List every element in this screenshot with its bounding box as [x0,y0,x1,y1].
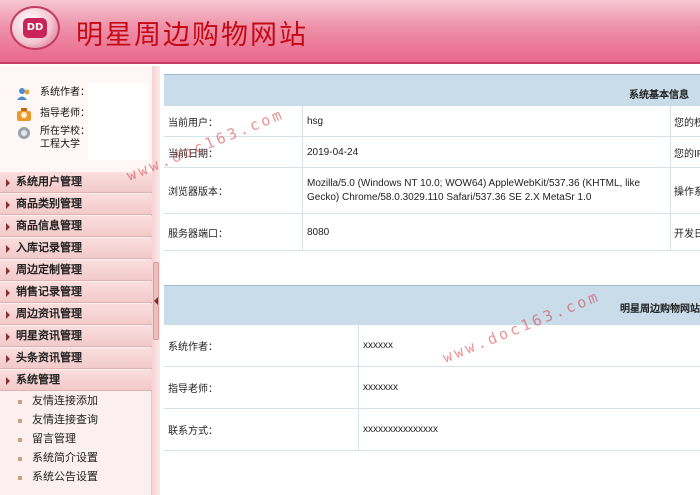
row-label: 指导老师： [168,384,218,395]
chevron-right-icon [6,245,10,253]
table-row: 服务器端口： 8080 开发日 [164,214,700,251]
row-value: hsg [302,106,670,136]
teacher-icon [17,108,31,121]
row-label: 联系方式： [168,426,218,437]
menu-custom-management[interactable]: 周边定制管理 [0,260,152,281]
school-value: 工程大学 [40,139,80,150]
chevron-right-icon [6,201,10,209]
row-extra: 操作系 [670,168,700,213]
menu-label: 周边资讯管理 [16,308,82,320]
menu-label: 入库记录管理 [16,242,82,254]
table-row: 指导老师： xxxxxxx [164,367,700,409]
table-row: 当前日期： 2019-04-24 您的IP [164,137,700,168]
menu-label: 明星资讯管理 [16,330,82,342]
menu-label: 销售记录管理 [16,286,82,298]
row-value: Mozilla/5.0 (Windows NT 10.0; WOW64) App… [302,168,670,213]
row-extra: 开发日 [670,214,700,250]
bullet-icon [18,438,22,442]
submenu-label: 系统公告设置 [32,471,98,483]
chevron-right-icon [6,377,10,385]
submenu-query-link[interactable]: 友情连接查询 [0,411,152,430]
menu-stock-management[interactable]: 入库记录管理 [0,238,152,259]
table-row: 系统作者： xxxxxx [164,325,700,367]
system-info-header: 系统基本信息 [164,74,700,106]
user-icon [17,88,30,100]
row-value: 8080 [302,214,670,250]
user-info-panel: 系统作者： 指导老师： 所在学校： 工程大学 [0,66,152,172]
submenu-label: 友情连接查询 [32,414,98,426]
chevron-right-icon [6,333,10,341]
menu-label: 系统管理 [16,374,60,386]
menu-merch-news-management[interactable]: 周边资讯管理 [0,304,152,325]
user-value-box [88,82,148,160]
school-icon [18,127,30,139]
row-label: 系统作者： [168,342,218,353]
chevron-right-icon [6,223,10,231]
table-row: 浏览器版本： Mozilla/5.0 (Windows NT 10.0; WOW… [164,168,700,214]
menu-label: 系统用户管理 [16,176,82,188]
submenu-label: 友情连接添加 [32,395,98,407]
menu-product-management[interactable]: 商品信息管理 [0,216,152,237]
row-value: xxxxxxx [358,367,700,408]
submenu-add-link[interactable]: 友情连接添加 [0,392,152,411]
logo-mark: DD [23,18,47,38]
menu-system-management[interactable]: 系统管理 [0,370,152,391]
menu-label: 周边定制管理 [16,264,82,276]
site-logo: DD [10,6,60,50]
submenu-label: 留言管理 [32,433,76,445]
school-label: 所在学校： [40,126,90,137]
menu-sales-management[interactable]: 销售记录管理 [0,282,152,303]
section-gap [164,251,700,285]
menu-label: 商品类别管理 [16,198,82,210]
site-info-title: 明星周边购物网站 [620,304,700,315]
menu-label: 商品信息管理 [16,220,82,232]
teacher-row: 指导老师： [16,107,90,122]
row-value: xxxxxxxxxxxxxxx [358,409,700,450]
author-row: 系统作者： [16,86,90,101]
chevron-right-icon [6,179,10,187]
bullet-icon [18,476,22,480]
chevron-right-icon [6,311,10,319]
row-label: 浏览器版本： [168,187,228,198]
menu-category-management[interactable]: 商品类别管理 [0,194,152,215]
menu-label: 头条资讯管理 [16,352,82,364]
row-extra: 您的权 [670,106,700,136]
site-header: DD 明星周边购物网站 [0,0,700,64]
chevron-right-icon [6,267,10,275]
school-row: 所在学校： 工程大学 [16,125,90,151]
author-label: 系统作者： [40,87,90,98]
menu-star-news-management[interactable]: 明星资讯管理 [0,326,152,347]
row-extra: 您的IP [670,137,700,167]
submenu-intro-settings[interactable]: 系统简介设置 [0,449,152,468]
teacher-label: 指导老师： [40,108,90,119]
sidebar: 系统作者： 指导老师： 所在学校： 工程大学 系统用户管理 商品类别管理 商品信… [0,66,152,495]
submenu-label: 系统简介设置 [32,452,98,464]
site-info-header: 明星周边购物网站 [164,285,700,325]
chevron-right-icon [6,355,10,363]
row-label: 服务器端口： [168,228,228,240]
system-info-title: 系统基本信息 [629,90,689,101]
collapse-sidebar-handle[interactable] [153,262,159,340]
submenu-notice-settings[interactable]: 系统公告设置 [0,468,152,487]
table-row: 联系方式： xxxxxxxxxxxxxxx [164,409,700,451]
menu-headline-management[interactable]: 头条资讯管理 [0,348,152,369]
submenu-message-management[interactable]: 留言管理 [0,430,152,449]
bullet-icon [18,400,22,404]
bullet-icon [18,419,22,423]
chevron-right-icon [6,289,10,297]
bullet-icon [18,457,22,461]
site-title: 明星周边购物网站 [76,20,308,51]
row-value: 2019-04-24 [302,137,670,167]
